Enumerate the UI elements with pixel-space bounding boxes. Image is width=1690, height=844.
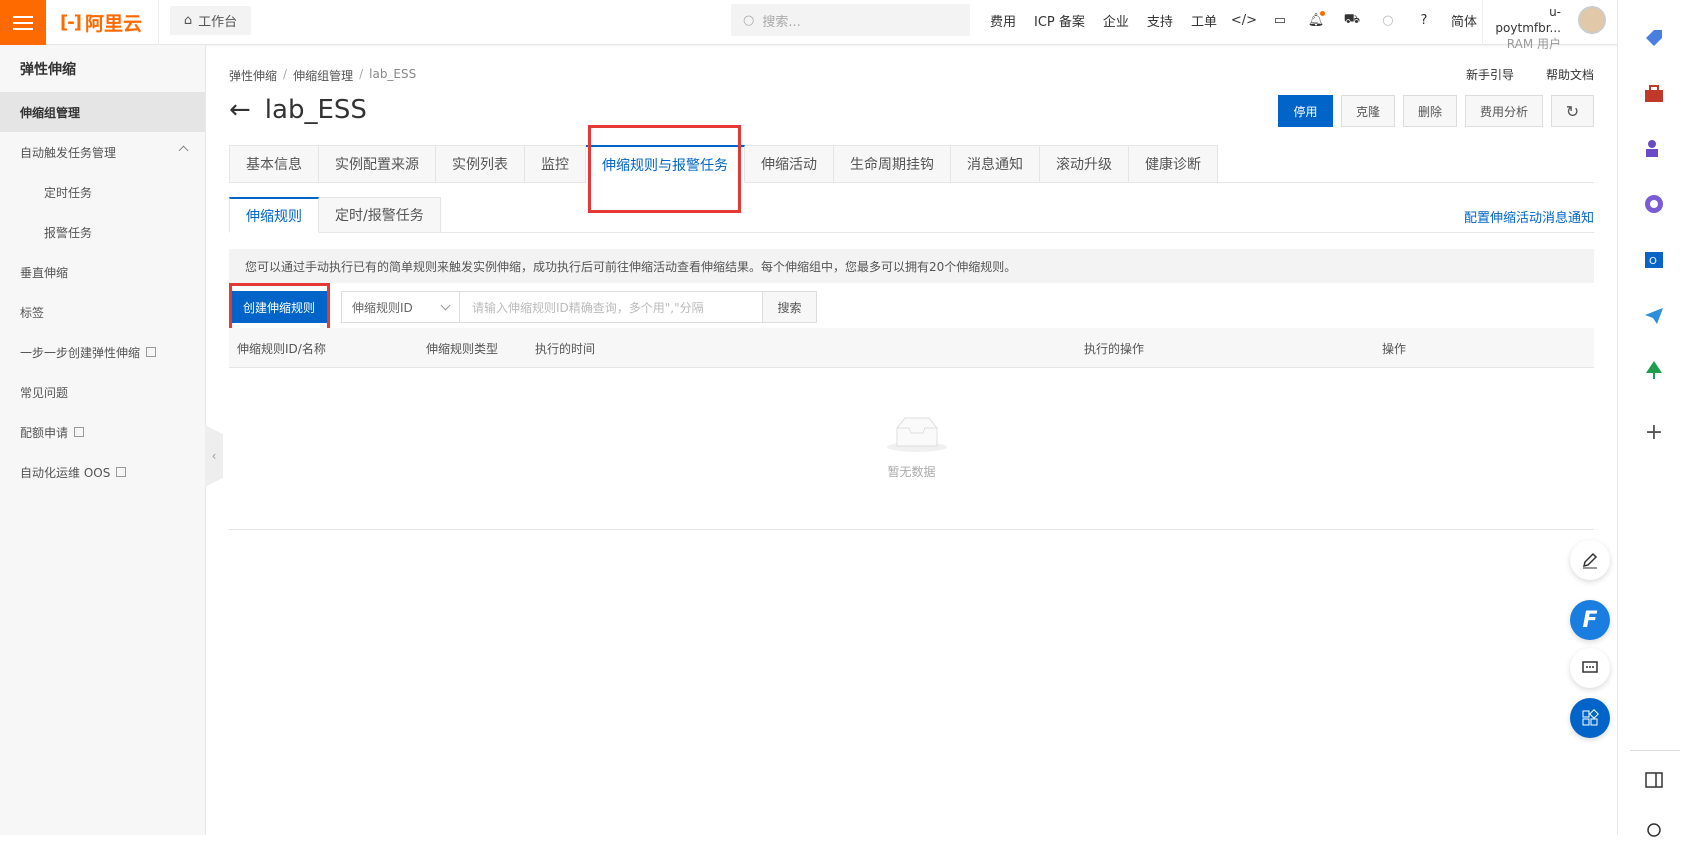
col-exec-action: 执行的操作 [1084, 342, 1145, 356]
empty-state: 暂无数据 [229, 368, 1594, 530]
back-arrow-icon[interactable]: ← [229, 95, 251, 125]
external-link-icon [146, 347, 157, 357]
tab-instance-config[interactable]: 实例配置来源 [319, 145, 436, 183]
config-notification-link[interactable]: 配置伸缩活动消息通知 [1464, 207, 1594, 226]
sidebar-item-step-by-step[interactable]: 一步一步创建弹性伸缩 [0, 332, 205, 372]
logo[interactable]: [-] 阿里云 [60, 10, 142, 35]
sidebar-item-oos[interactable]: 自动化运维 OOS [0, 452, 205, 492]
help-icon[interactable]: ? [1415, 11, 1433, 29]
code-icon[interactable]: </> [1231, 11, 1257, 29]
subtab-scheduled-alarm[interactable]: 定时/报警任务 [319, 197, 441, 233]
lightbulb-icon[interactable]: ○ [1379, 11, 1397, 29]
avatar[interactable] [1578, 6, 1606, 34]
chat-icon[interactable] [1570, 648, 1610, 688]
sidebar-item-quota[interactable]: 配额申请 [0, 412, 205, 452]
panel-icon[interactable] [1640, 766, 1668, 794]
tab-lifecycle-hooks[interactable]: 生命周期挂钩 [834, 145, 951, 183]
sidebar-item-vertical-scaling[interactable]: 垂直伸缩 [0, 252, 205, 292]
apps-icon[interactable] [1570, 698, 1610, 738]
user-info[interactable]: u-poytmfbr... RAM 用户 [1491, 4, 1561, 52]
tab-basic-info[interactable]: 基本信息 [229, 145, 319, 183]
search-input[interactable]: ○ 搜索... [731, 4, 970, 36]
tab-instance-list[interactable]: 实例列表 [436, 145, 525, 183]
rule-id-query-input[interactable]: 请输入伸缩规则ID精确查询，多个用","分隔 [460, 291, 763, 323]
notice-banner: 您可以通过手动执行已有的简单规则来触发实例伸缩，成功执行后可前往伸缩活动查看伸缩… [229, 249, 1594, 283]
send-icon[interactable] [1640, 302, 1668, 330]
external-link-icon [116, 467, 127, 477]
cost-analysis-button[interactable]: 费用分析 [1464, 95, 1543, 127]
table-header: 伸缩规则ID/名称 伸缩规则类型 执行的时间 执行的操作 操作 [229, 328, 1594, 368]
tab-bar: 基本信息 实例配置来源 实例列表 监控 伸缩规则与报警任务 伸缩活动 生命周期挂… [229, 145, 1594, 183]
col-rule-type: 伸缩规则类型 [426, 342, 499, 356]
add-icon[interactable]: + [1640, 418, 1668, 446]
nav-ticket[interactable]: 工单 [1191, 11, 1217, 30]
home-icon: ⌂ [183, 13, 193, 28]
chevron-left-icon: ‹ [211, 449, 217, 463]
settings-icon[interactable] [1640, 816, 1668, 844]
bell-icon[interactable]: 🔔︎ [1307, 11, 1325, 29]
tab-notifications[interactable]: 消息通知 [951, 145, 1040, 183]
cart-icon[interactable]: ⛟ [1343, 11, 1361, 29]
people-icon[interactable] [1640, 134, 1668, 162]
empty-box-icon [887, 417, 947, 452]
sidebar-item-scaling-groups[interactable]: 伸缩组管理 [0, 92, 205, 132]
docs-link[interactable]: 帮助文档 [1546, 66, 1594, 83]
clone-button[interactable]: 克隆 [1340, 95, 1395, 127]
chevron-up-icon [178, 145, 189, 156]
sidebar-item-tags[interactable]: 标签 [0, 292, 205, 332]
svg-text:O: O [1649, 256, 1657, 267]
subtab-bar: 伸缩规则 定时/报警任务 [229, 197, 1594, 233]
filter-select[interactable]: 伸缩规则ID [341, 291, 460, 323]
nav-icp[interactable]: ICP 备案 [1034, 11, 1085, 30]
sidebar-item-alarm-tasks[interactable]: 报警任务 [0, 212, 205, 252]
terminal-icon[interactable]: ▭ [1271, 11, 1289, 29]
col-operation: 操作 [1382, 342, 1407, 356]
toolbox-icon[interactable] [1640, 80, 1668, 108]
guide-link[interactable]: 新手引导 [1466, 66, 1514, 83]
col-rule-id: 伸缩规则ID/名称 [237, 342, 326, 356]
tab-monitoring[interactable]: 监控 [525, 145, 586, 183]
search-button[interactable]: 搜索 [763, 291, 817, 323]
outlook-icon[interactable]: O [1640, 246, 1668, 274]
top-bar: [-] 阿里云 ⌂ 工作台 ○ 搜索... 费用 ICP 备案 企业 支持 工单 </… [0, 0, 1617, 51]
chevron-down-icon [440, 300, 451, 310]
sidebar-item-auto-tasks[interactable]: 自动触发任务管理 [0, 132, 205, 172]
menu-icon[interactable] [0, 0, 46, 45]
disable-button[interactable]: 停用 [1277, 95, 1333, 127]
sidebar: 弹性伸缩 伸缩组管理 自动触发任务管理 定时任务 报警任务 垂直伸缩 标签 一步… [0, 45, 206, 835]
sidebar-item-faq[interactable]: 常见问题 [0, 372, 205, 412]
external-link-icon [74, 427, 85, 437]
sidebar-item-scheduled-tasks[interactable]: 定时任务 [0, 172, 205, 212]
sidebar-collapse-handle[interactable]: ‹ [205, 425, 223, 487]
assistant-icon[interactable]: F [1570, 600, 1610, 640]
tab-activities[interactable]: 伸缩活动 [745, 145, 834, 183]
breadcrumb-current: lab_ESS [369, 67, 417, 81]
col-exec-time: 执行的时间 [535, 342, 596, 356]
tab-health-diagnosis[interactable]: 健康诊断 [1129, 145, 1218, 183]
nav-enterprise[interactable]: 企业 [1103, 11, 1129, 30]
delete-button[interactable]: 删除 [1402, 95, 1457, 127]
refresh-icon[interactable]: ↻ [1551, 95, 1594, 127]
search-icon: ○ [743, 12, 755, 28]
nav-fees[interactable]: 费用 [990, 11, 1016, 30]
edit-icon[interactable] [1570, 540, 1610, 580]
breadcrumb-item[interactable]: 弹性伸缩 [229, 67, 277, 84]
page-title: lab_ESS [264, 95, 367, 125]
empty-text: 暂无数据 [887, 465, 936, 479]
tree-icon[interactable] [1640, 356, 1668, 384]
workbench-button[interactable]: ⌂ 工作台 [170, 6, 251, 35]
breadcrumb-item[interactable]: 伸缩组管理 [293, 67, 353, 84]
sidebar-title: 弹性伸缩 [20, 61, 76, 78]
language-switch[interactable]: 简体 [1451, 11, 1477, 30]
tag-icon[interactable] [1640, 24, 1668, 52]
nav-support[interactable]: 支持 [1147, 11, 1173, 30]
office-icon[interactable] [1640, 190, 1668, 218]
tab-rolling-upgrade[interactable]: 滚动升级 [1040, 145, 1129, 183]
browser-sidebar: O + [1617, 0, 1690, 837]
breadcrumb: 弹性伸缩 / 伸缩组管理 / lab_ESS [229, 67, 417, 84]
subtab-scaling-rules[interactable]: 伸缩规则 [229, 197, 319, 233]
